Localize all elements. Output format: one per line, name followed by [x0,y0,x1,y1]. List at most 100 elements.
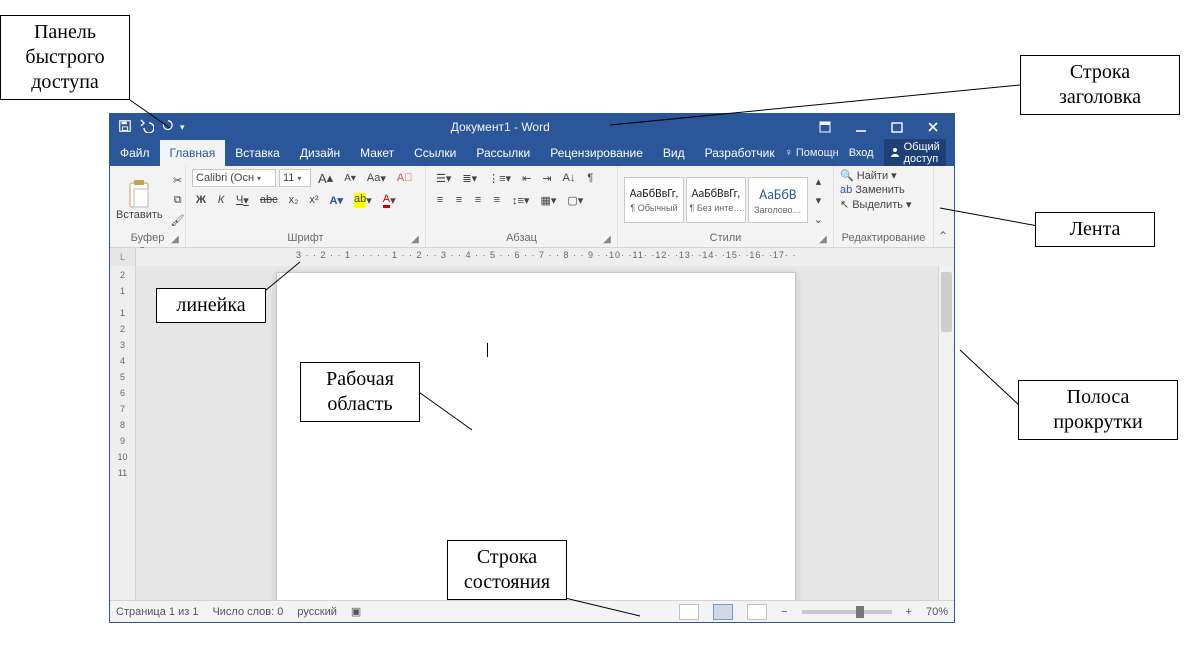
styles-gallery-expand[interactable]: ▴▾⌄ [810,172,827,228]
tab-references[interactable]: Ссылки [404,140,466,166]
show-marks-icon[interactable]: ¶ [582,169,598,187]
group-styles: АаБбВвГг, ¶ Обычный АаБбВвГг, ¶ Без инте… [618,166,834,247]
tab-mailings[interactable]: Рассылки [466,140,540,166]
tab-design[interactable]: Дизайн [290,140,350,166]
tab-file[interactable]: Файл [110,140,160,166]
group-label: Шрифт ◢ [192,231,419,245]
vruler-mark: 8 [120,420,125,430]
align-left-icon[interactable]: ≡ [432,191,448,209]
multilevel-button[interactable]: ⋮≡▾ [484,169,515,187]
status-language[interactable]: русский [297,606,336,618]
macro-record-icon[interactable]: ▣ [351,605,361,618]
underline-button[interactable]: Ч▾ [232,191,253,209]
dialog-launcher-icon[interactable]: ◢ [601,233,613,245]
group-label-text: Шрифт [287,232,323,244]
horizontal-ruler[interactable]: 3 · · 2 · · 1 · · · · · 1 · · 2 · · 3 · … [136,248,938,266]
label: A [318,171,327,186]
tab-layout[interactable]: Макет [350,140,404,166]
borders-button[interactable]: ▢▾ [563,191,587,209]
subscript-button[interactable]: x₂ [285,191,303,209]
paste-button[interactable]: Вставить [116,179,163,221]
decrease-font-icon[interactable]: A▾ [340,169,360,187]
align-center-icon[interactable]: ≡ [451,191,467,209]
shading-button[interactable]: ▦▾ [536,191,560,209]
increase-font-icon[interactable]: A▴ [314,169,337,187]
collapse-ribbon-icon[interactable]: ⌃ [934,166,952,247]
find-button[interactable]: 🔍Найти ▾ [840,169,897,182]
vruler-mark: 5 [120,372,125,382]
bullets-button[interactable]: ☰▾ [432,169,455,187]
bold-button[interactable]: Ж [192,191,210,209]
tell-me[interactable]: ♀ Помощн [785,147,839,159]
dialog-launcher-icon[interactable]: ◢ [817,233,829,245]
tab-view[interactable]: Вид [653,140,695,166]
style-name: ¶ Обычный [630,203,677,213]
tab-review[interactable]: Рецензирование [540,140,653,166]
share-button[interactable]: Общий доступ [884,139,946,167]
style-nospacing[interactable]: АаБбВвГг, ¶ Без инте… [686,177,746,223]
line-spacing-button[interactable]: ↕≡▾ [508,191,533,209]
group-label-text: Абзац [506,232,537,244]
highlight-button[interactable]: ab▾ [350,191,376,209]
tab-insert[interactable]: Вставка [225,140,290,166]
callout-text: Рабочая область [326,368,394,415]
tab-home[interactable]: Главная [160,140,226,166]
style-heading1[interactable]: АаБбВ Заголово… [748,177,808,223]
align-right-icon[interactable]: ≡ [470,191,486,209]
clear-format-icon[interactable]: A⃠ [393,169,417,187]
zoom-in-icon[interactable]: + [906,606,912,618]
numbering-button[interactable]: ≣▾ [458,169,481,187]
zoom-value[interactable]: 70% [926,606,948,618]
minimize-icon[interactable] [844,114,878,140]
undo-icon[interactable] [138,119,154,136]
italic-button[interactable]: К [213,191,229,209]
font-size-combo[interactable]: 11▾ [279,169,311,187]
tab-developer[interactable]: Разработчик [695,140,785,166]
view-print-icon[interactable] [713,604,733,620]
justify-icon[interactable]: ≡ [489,191,505,209]
text-cursor [487,343,488,357]
scrollbar-thumb[interactable] [941,272,952,332]
change-case-button[interactable]: Aa▾ [363,169,390,187]
label: Ч [236,194,243,206]
redo-icon[interactable] [160,119,174,136]
view-web-icon[interactable] [747,604,767,620]
select-button[interactable]: ↖Выделить ▾ [840,198,912,211]
view-read-icon[interactable] [679,604,699,620]
font-name-combo[interactable]: Calibri (Осн▾ [192,169,276,187]
label: Найти [857,170,888,182]
save-icon[interactable] [118,119,132,136]
label: Aa [367,172,380,184]
strikethrough-button[interactable]: abc [256,191,282,209]
dialog-launcher-icon[interactable]: ◢ [169,233,181,245]
signin-link[interactable]: Вход [849,147,874,159]
replace-button[interactable]: abЗаменить [840,184,905,196]
status-page[interactable]: Страница 1 из 1 [116,606,198,618]
zoom-slider-knob[interactable] [856,606,864,618]
label: Заменить [855,184,904,196]
increase-indent-icon[interactable]: ⇥ [538,169,555,187]
close-icon[interactable] [916,114,950,140]
text-effects-button[interactable]: A▾ [326,191,347,209]
status-wordcount[interactable]: Число слов: 0 [212,606,283,618]
zoom-slider[interactable] [802,610,892,614]
dialog-launcher-icon[interactable]: ◢ [409,233,421,245]
tab-label: Рассылки [476,146,530,160]
vertical-ruler[interactable]: 2 1 1 2 3 4 5 6 7 8 9 10 11 [110,266,136,600]
style-normal[interactable]: АаБбВвГг, ¶ Обычный [624,177,684,223]
ribbon-tabs: Файл Главная Вставка Дизайн Макет Ссылки… [110,140,954,166]
zoom-out-icon[interactable]: − [781,606,787,618]
ruler-pad-right [938,248,954,266]
group-editing: 🔍Найти ▾ abЗаменить ↖Выделить ▾ Редактир… [834,166,934,247]
sort-icon[interactable]: A↓ [559,169,580,187]
vertical-scrollbar[interactable] [938,266,954,600]
decrease-indent-icon[interactable]: ⇤ [518,169,535,187]
font-color-button[interactable]: A▾ [379,191,400,209]
superscript-button[interactable]: x² [305,191,322,209]
vruler-mark: 4 [120,356,125,366]
ruler-marks: 3 · · 2 · · 1 · · · · · 1 · · 2 · · 3 · … [296,250,796,260]
qat-customize-icon[interactable]: ▾ [180,122,185,133]
maximize-icon[interactable] [880,114,914,140]
ribbon-display-icon[interactable] [808,114,842,140]
status-bar: Страница 1 из 1 Число слов: 0 русский ▣ … [110,600,954,622]
